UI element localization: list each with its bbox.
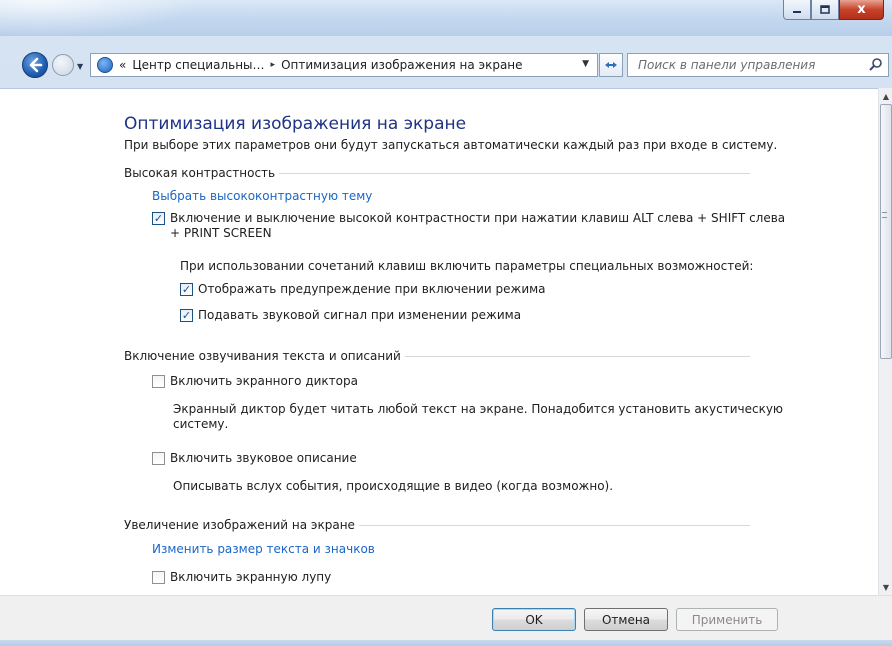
section-divider (358, 524, 750, 526)
dialog-button-bar: OK Отмена Применить (0, 595, 892, 646)
close-button[interactable]: x (839, 0, 884, 20)
section-high-contrast: Высокая контрастность (124, 165, 750, 181)
checkbox-label[interactable]: Отображать предупреждение при включении … (198, 282, 546, 297)
narrator-description: Экранный диктор будет читать любой текст… (173, 402, 784, 431)
search-box[interactable]: Поиск в панели управления (627, 53, 889, 77)
show-warning-checkbox[interactable]: ✓ Отображать предупреждение при включени… (180, 282, 546, 297)
audio-description-checkbox[interactable]: Включить звуковое описание (152, 451, 357, 466)
refresh-button[interactable] (599, 53, 623, 77)
title-bar-glass (0, 0, 200, 36)
checkmark-icon: ✓ (153, 212, 164, 225)
content-pane: Оптимизация изображения на экране При вы… (0, 88, 878, 595)
cancel-button[interactable]: Отмена (584, 608, 668, 631)
apply-button[interactable]: Применить (676, 608, 778, 631)
scroll-up-icon[interactable]: ▲ (879, 88, 892, 104)
change-text-size-link[interactable]: Изменить размер текста и значков (152, 542, 375, 556)
checkbox-label[interactable]: Подавать звуковой сигнал при изменении р… (198, 308, 521, 323)
high-contrast-shortcut-checkbox[interactable]: ✓ Включение и выключение высокой контрас… (152, 211, 785, 241)
checkbox-label[interactable]: Включить экранную лупу (170, 570, 331, 585)
minimize-icon (793, 10, 801, 13)
shortcut-settings-note: При использовании сочетаний клавиш включ… (180, 259, 754, 273)
close-icon: x (857, 2, 866, 17)
search-icon[interactable] (868, 57, 884, 73)
sound-signal-checkbox[interactable]: ✓ Подавать звуковой сигнал при изменении… (180, 308, 521, 323)
forward-button[interactable] (52, 54, 74, 76)
window-controls: x (783, 0, 884, 22)
checkmark-icon: ✓ (181, 309, 192, 322)
checkbox-box[interactable] (152, 452, 165, 465)
page-title: Оптимизация изображения на экране (124, 114, 467, 134)
section-magnify: Увеличение изображений на экране (124, 517, 750, 533)
checkbox-box[interactable]: ✓ (180, 309, 193, 322)
minimize-button[interactable] (783, 0, 811, 20)
section-divider (404, 355, 750, 357)
maximize-icon (820, 5, 830, 14)
breadcrumb-prefix[interactable]: « (119, 58, 126, 72)
title-bar[interactable]: x (0, 0, 892, 36)
checkbox-box[interactable]: ✓ (180, 283, 193, 296)
address-dropdown-icon[interactable]: ▼ (582, 59, 589, 69)
checkbox-box[interactable]: ✓ (152, 212, 165, 225)
recent-pages-dropdown-icon[interactable]: ▼ (77, 62, 83, 71)
checkbox-label[interactable]: Включение и выключение высокой контрастн… (170, 211, 785, 241)
checkmark-icon: ✓ (181, 283, 192, 296)
ok-button[interactable]: OK (492, 608, 576, 631)
control-panel-icon (97, 57, 113, 73)
breadcrumb-parent[interactable]: Центр специальны… (132, 58, 264, 72)
section-heading: Высокая контрастность (124, 166, 276, 180)
maximize-button[interactable] (811, 0, 839, 20)
checkbox-box[interactable] (152, 375, 165, 388)
section-heading: Увеличение изображений на экране (124, 518, 355, 532)
search-input[interactable]: Поиск в панели управления (638, 58, 815, 72)
back-arrow-icon (29, 57, 43, 73)
scroll-down-icon[interactable]: ▼ (879, 579, 892, 595)
narrator-checkbox[interactable]: Включить экранного диктора (152, 374, 358, 389)
scrollbar-grip-icon (882, 212, 887, 218)
section-divider (279, 172, 750, 174)
window-bottom-border (0, 640, 892, 646)
section-narration: Включение озвучивания текста и описаний (124, 348, 750, 364)
section-heading: Включение озвучивания текста и описаний (124, 349, 401, 363)
breadcrumb-separator-icon[interactable]: ▸ (271, 60, 276, 70)
magnifier-checkbox[interactable]: Включить экранную лупу (152, 570, 331, 585)
audio-description-text: Описывать вслух события, происходящие в … (173, 479, 614, 493)
choose-high-contrast-theme-link[interactable]: Выбрать высококонтрастную тему (152, 189, 372, 203)
checkbox-box[interactable] (152, 571, 165, 584)
back-button[interactable] (22, 52, 48, 78)
scrollbar-thumb[interactable] (880, 104, 892, 359)
checkbox-label[interactable]: Включить звуковое описание (170, 451, 357, 466)
refresh-icon (605, 62, 617, 68)
breadcrumb-current[interactable]: Оптимизация изображения на экране (281, 58, 522, 72)
window: x ▼ « Центр специальны… ▸ Оптимизация из… (0, 0, 892, 646)
address-bar[interactable]: « Центр специальны… ▸ Оптимизация изобра… (90, 53, 598, 77)
page-subtitle: При выборе этих параметров они будут зап… (124, 138, 778, 152)
checkbox-label[interactable]: Включить экранного диктора (170, 374, 358, 389)
vertical-scrollbar[interactable]: ▲ ▼ (878, 88, 892, 595)
